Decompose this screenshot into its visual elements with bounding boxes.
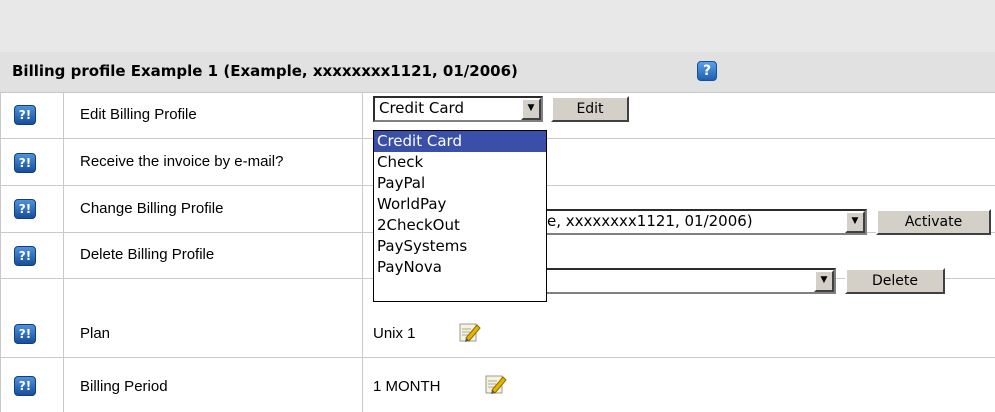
- billing-method-dropdown-list[interactable]: Credit Card Check PayPal WorldPay 2Check…: [373, 130, 547, 302]
- chevron-down-icon[interactable]: ▼: [814, 270, 834, 292]
- help-icon[interactable]: ?: [697, 61, 717, 81]
- plan-value: Unix 1: [373, 325, 416, 342]
- change-profile-select-value: e, xxxxxxxx1121, 01/2006): [547, 212, 753, 230]
- table-row-billing-period: ?! Billing Period 1 MONTH: [0, 358, 995, 412]
- billing-profile-header: Billing profile Example 1 (Example, xxxx…: [0, 0, 995, 93]
- edit-button[interactable]: Edit: [551, 96, 629, 122]
- edit-icon[interactable]: [483, 372, 507, 396]
- edit-icon[interactable]: [457, 320, 481, 344]
- row-label: Change Billing Profile: [80, 200, 224, 217]
- row-label: Edit Billing Profile: [80, 106, 197, 123]
- page-title: Billing profile Example 1 (Example, xxxx…: [12, 62, 518, 80]
- billing-method-select-value: Credit Card: [379, 99, 464, 117]
- chevron-down-icon[interactable]: ▼: [845, 211, 865, 233]
- help-icon[interactable]: ?!: [14, 324, 36, 344]
- dropdown-option[interactable]: WorldPay: [374, 194, 546, 215]
- help-icon[interactable]: ?!: [14, 199, 36, 219]
- delete-button[interactable]: Delete: [845, 268, 945, 294]
- billing-method-select[interactable]: Credit Card ▼: [373, 96, 543, 122]
- dropdown-option[interactable]: PayNova: [374, 257, 546, 278]
- help-icon[interactable]: ?!: [14, 246, 36, 266]
- dropdown-option[interactable]: 2CheckOut: [374, 215, 546, 236]
- table-row-plan: ?! Plan Unix 1: [0, 308, 995, 358]
- activate-button[interactable]: Activate: [876, 209, 991, 235]
- row-label: Delete Billing Profile: [80, 246, 215, 263]
- row-label: Billing Period: [80, 378, 168, 395]
- row-label: Receive the invoice by e-mail?: [80, 153, 284, 170]
- dropdown-option[interactable]: Credit Card: [374, 131, 546, 152]
- dropdown-option[interactable]: PaySystems: [374, 236, 546, 257]
- row-label: Plan: [80, 325, 111, 342]
- dropdown-option[interactable]: PayPal: [374, 173, 546, 194]
- help-icon[interactable]: ?!: [14, 153, 36, 173]
- billing-period-value: 1 MONTH: [373, 378, 441, 395]
- help-icon[interactable]: ?!: [14, 376, 36, 396]
- chevron-down-icon[interactable]: ▼: [521, 98, 541, 120]
- help-icon[interactable]: ?!: [14, 105, 36, 125]
- dropdown-option[interactable]: Check: [374, 152, 546, 173]
